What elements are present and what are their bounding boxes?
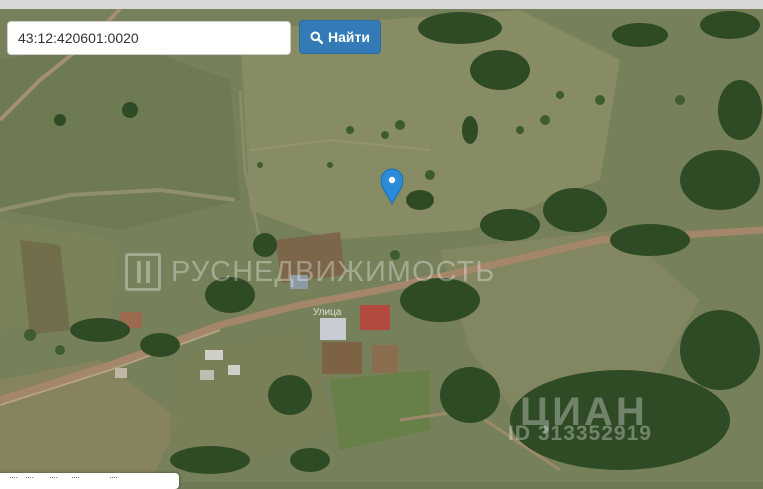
search-button[interactable]: Найти: [299, 20, 381, 54]
cadastral-search-input[interactable]: [7, 21, 291, 55]
search-button-label: Найти: [328, 29, 370, 45]
top-bar: [0, 0, 763, 9]
street-label: Улица: [313, 307, 342, 318]
watermark: РУСНЕДВИЖИМОСТЬ: [125, 252, 495, 292]
info-card[interactable]: [0, 473, 179, 489]
rusnedvizhimost-logo: [125, 253, 161, 291]
cian-watermark-id: ID 313352919: [508, 422, 652, 445]
watermark-text: РУСНЕДВИЖИМОСТЬ: [171, 255, 496, 288]
satellite-map[interactable]: [0, 0, 763, 482]
search-icon: [310, 31, 324, 44]
